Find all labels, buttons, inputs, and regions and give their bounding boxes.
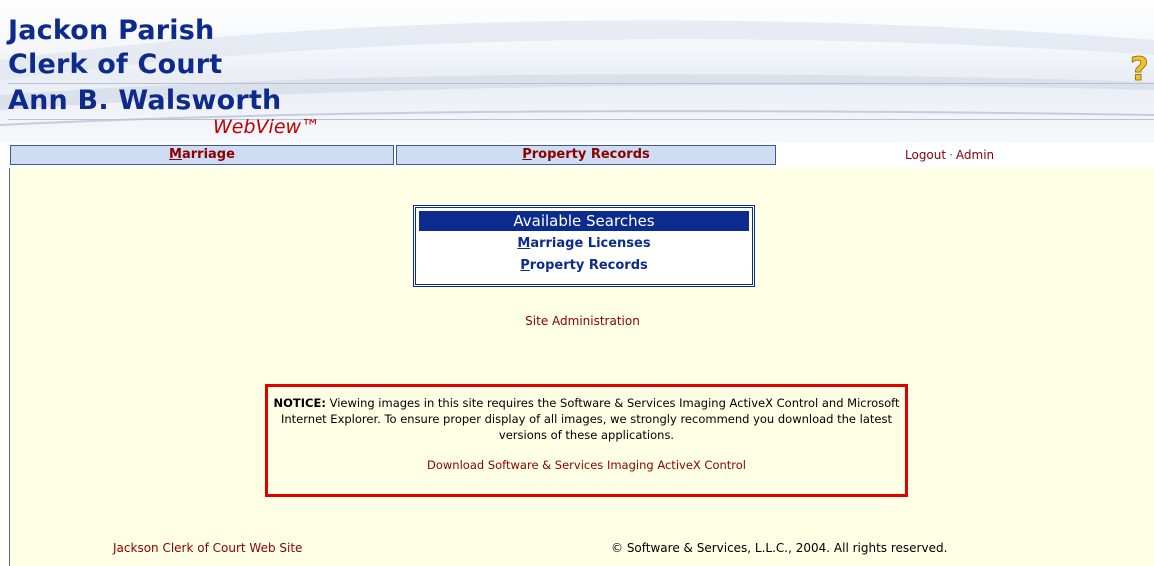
link-accesskey: P bbox=[520, 258, 530, 273]
download-activex-link[interactable]: Download Software & Services Imaging Act… bbox=[268, 457, 905, 473]
tab-marriage[interactable]: Marriage bbox=[10, 145, 394, 165]
copyright-notice: © Software & Services, L.L.C., 2004. All… bbox=[611, 541, 948, 555]
main-content: Available Searches Marriage Licenses Pro… bbox=[9, 168, 1154, 566]
tab-property-records[interactable]: Property Records bbox=[396, 145, 776, 165]
tab-accesskey: P bbox=[522, 147, 532, 162]
account-links: Logout · Admin bbox=[905, 147, 994, 163]
tab-label: roperty Records bbox=[531, 147, 650, 162]
property-records-link[interactable]: Property Records bbox=[419, 255, 749, 277]
svg-text:?: ? bbox=[1130, 50, 1149, 88]
link-separator: · bbox=[949, 148, 953, 162]
site-administration-link: Site Administration bbox=[10, 314, 1154, 328]
office-name: Clerk of Court bbox=[8, 49, 223, 80]
tab-accesskey: M bbox=[169, 147, 182, 162]
marriage-licenses-link[interactable]: Marriage Licenses bbox=[419, 233, 749, 255]
parish-name: Jackon Parish bbox=[8, 15, 215, 46]
header-banner: Jackon Parish Clerk of Court Ann B. Wals… bbox=[0, 0, 1154, 143]
logout-link[interactable]: Logout bbox=[905, 148, 946, 162]
searches-title: Available Searches bbox=[419, 211, 749, 231]
link-label: arriage Licenses bbox=[530, 236, 651, 251]
notice-box: NOTICE: Viewing images in this site requ… bbox=[265, 384, 908, 497]
navigation-bar: Marriage Property Records Logout · Admin bbox=[10, 145, 1154, 165]
notice-label: NOTICE: bbox=[273, 396, 326, 410]
question-mark-icon[interactable]: ? bbox=[1128, 50, 1154, 88]
product-name: WebView™ bbox=[213, 116, 321, 138]
notice-body: Viewing images in this site requires the… bbox=[280, 396, 900, 442]
site-administration-link-text[interactable]: Site Administration bbox=[525, 314, 640, 328]
available-searches-panel: Available Searches Marriage Licenses Pro… bbox=[413, 205, 755, 287]
admin-link[interactable]: Admin bbox=[956, 148, 994, 162]
link-accesskey: M bbox=[517, 236, 531, 251]
header-divider bbox=[8, 83, 1154, 84]
clerk-website-link[interactable]: Jackson Clerk of Court Web Site bbox=[113, 541, 302, 555]
clerk-name: Ann B. Walsworth bbox=[8, 85, 282, 116]
notice-message: NOTICE: Viewing images in this site requ… bbox=[272, 395, 901, 443]
header-divider bbox=[8, 119, 1154, 120]
tab-label: arriage bbox=[181, 147, 235, 162]
link-label: roperty Records bbox=[529, 258, 648, 273]
